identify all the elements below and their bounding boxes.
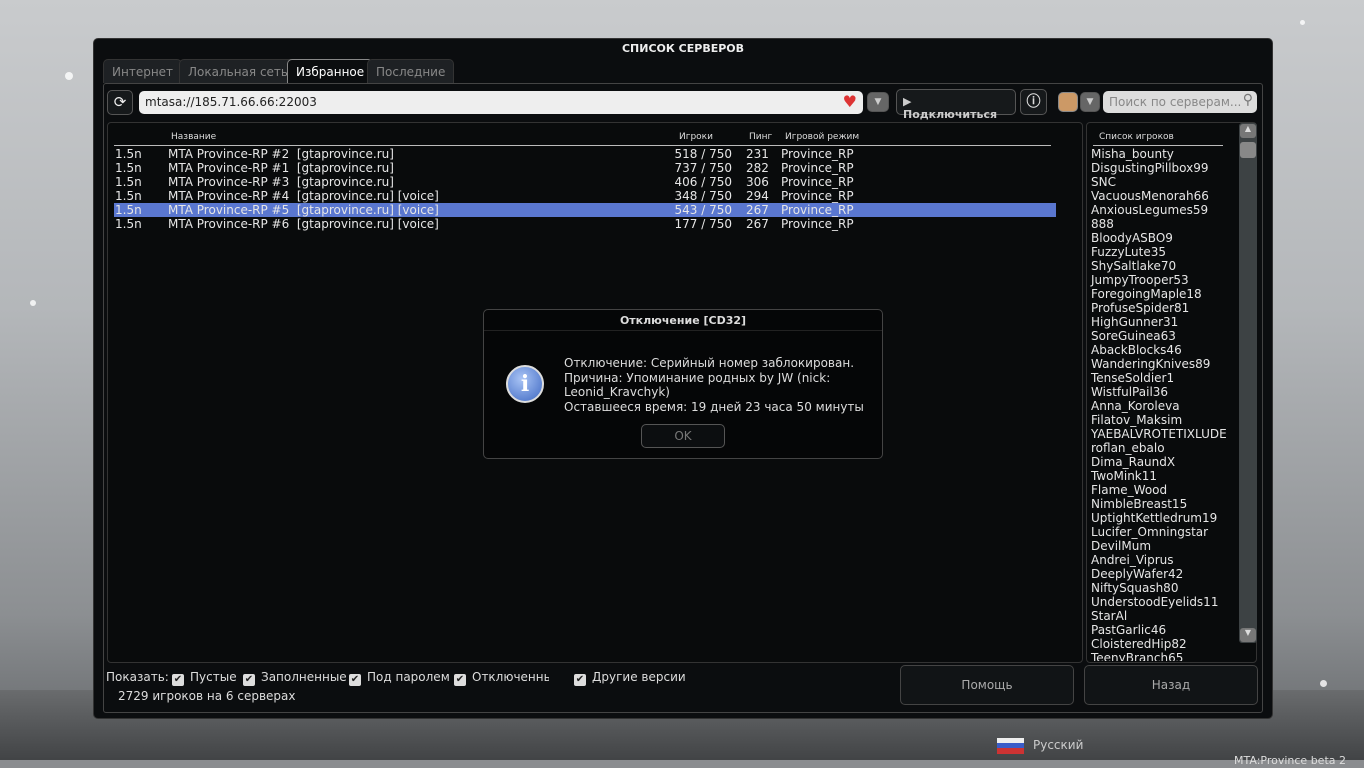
- checkbox-checked-icon: ✔: [172, 674, 184, 686]
- player-list-item[interactable]: UptightKettledrum19: [1091, 511, 1217, 525]
- scroll-up-icon[interactable]: ▲: [1240, 124, 1256, 138]
- player-list-item[interactable]: FuzzyLute35: [1091, 245, 1166, 259]
- filter-other-versions-checkbox[interactable]: ✔ Другие версии: [574, 670, 686, 686]
- snowflake: [1320, 680, 1327, 687]
- player-list-item[interactable]: JumpyTrooper53: [1091, 273, 1189, 287]
- player-list-item[interactable]: DisgustingPillbox99: [1091, 161, 1209, 175]
- filter-empty-checkbox[interactable]: ✔ Пустые: [172, 670, 237, 686]
- player-list-item[interactable]: Anna_Koroleva: [1091, 399, 1180, 413]
- version-label: MTA:Province beta 2: [1234, 754, 1346, 767]
- player-list-item[interactable]: Andrei_Viprus: [1091, 553, 1174, 567]
- russian-flag-icon[interactable]: [997, 738, 1024, 754]
- player-list-item[interactable]: SNC: [1091, 175, 1116, 189]
- player-list-item[interactable]: Filatov_Maksim: [1091, 413, 1182, 427]
- background-floor-edge: [0, 760, 1364, 768]
- player-list-item[interactable]: VacuousMenorah66: [1091, 189, 1209, 203]
- filter-label: Другие версии: [592, 670, 686, 684]
- player-list-item[interactable]: StarAl: [1091, 609, 1127, 623]
- player-list-item[interactable]: DeeplyWafer42: [1091, 567, 1183, 581]
- checkbox-checked-icon: ✔: [349, 674, 361, 686]
- dialog-ok-button[interactable]: OK: [641, 424, 725, 448]
- dialog-title: Отключение [CD32]: [619, 314, 747, 327]
- disconnect-dialog: Отключение [CD32] i Отключение: Серийный…: [483, 309, 883, 459]
- player-list-item[interactable]: Dima_RaundX: [1091, 455, 1175, 469]
- dialog-line: Оставшееся время: 19 дней 23 часа 50 мин…: [564, 399, 864, 414]
- dialog-line: Причина: Упоминание родных by JW (nick:: [564, 370, 831, 385]
- player-list-item[interactable]: NiftySquash80: [1091, 581, 1178, 595]
- dialog-line: Leonid_Kravchyk): [564, 385, 670, 399]
- language-selector[interactable]: Русский: [1033, 738, 1083, 752]
- player-list-item[interactable]: AnxiousLegumes59: [1091, 203, 1208, 217]
- checkbox-checked-icon: ✔: [243, 674, 255, 686]
- player-list-item[interactable]: DevilMum: [1091, 539, 1151, 553]
- player-count-status: 2729 игроков на 6 серверах: [118, 689, 296, 703]
- player-list-item[interactable]: SoreGuinea63: [1091, 329, 1176, 343]
- player-list-item[interactable]: ForegoingMaple18: [1091, 287, 1202, 301]
- player-list-item[interactable]: roflan_ebalo: [1091, 441, 1165, 455]
- filter-offline-checkbox[interactable]: ✔ Отключенные: [454, 670, 549, 686]
- player-list-item[interactable]: UnderstoodEyelids11: [1091, 595, 1218, 609]
- player-list-item[interactable]: TwoMink11: [1091, 469, 1157, 483]
- player-list-item[interactable]: Misha_bounty: [1091, 147, 1174, 161]
- player-list-item[interactable]: ShySaltlake70: [1091, 259, 1176, 273]
- filter-label: Под паролем: [367, 670, 450, 684]
- filter-label: Отключенные: [472, 670, 549, 684]
- player-list-item[interactable]: YAEBALVROTETIXLUDE: [1091, 427, 1227, 441]
- info-icon: i: [506, 365, 544, 403]
- player-list-item[interactable]: PastGarlic46: [1091, 623, 1166, 637]
- player-list-item[interactable]: WanderingKnives89: [1091, 357, 1210, 371]
- checkbox-checked-icon: ✔: [574, 674, 586, 686]
- player-list-item[interactable]: Flame_Wood: [1091, 483, 1167, 497]
- filters-label: Показать:: [106, 670, 169, 684]
- filter-full-checkbox[interactable]: ✔ Заполненные: [243, 670, 347, 686]
- player-list-item[interactable]: TenseSoldier1: [1091, 371, 1174, 385]
- help-button[interactable]: Помощь: [900, 665, 1074, 705]
- checkbox-checked-icon: ✔: [454, 674, 466, 686]
- player-list-item[interactable]: HighGunner31: [1091, 315, 1178, 329]
- filter-label: Пустые: [190, 670, 237, 684]
- player-list-item[interactable]: ProfuseSpider81: [1091, 301, 1189, 315]
- filter-password-checkbox[interactable]: ✔ Под паролем: [349, 670, 450, 686]
- player-list-item[interactable]: BloodyASBO9: [1091, 231, 1173, 245]
- player-list-item[interactable]: CloisteredHip82: [1091, 637, 1187, 651]
- player-list-item[interactable]: Lucifer_Omningstar: [1091, 525, 1208, 539]
- player-list-item[interactable]: NimbleBreast15: [1091, 497, 1187, 511]
- dialog-line: Отключение: Серийный номер заблокирован.: [564, 356, 855, 370]
- player-list-item[interactable]: AbackBlocks46: [1091, 343, 1182, 357]
- dialog-divider: [484, 330, 882, 331]
- player-list-item[interactable]: WistfulPail36: [1091, 385, 1168, 399]
- filter-label: Заполненные: [261, 670, 347, 684]
- scrollbar-thumb[interactable]: [1240, 142, 1256, 158]
- player-list-scrollbar[interactable]: ▲ ▼: [1239, 123, 1257, 643]
- player-list-item[interactable]: 888: [1091, 217, 1114, 231]
- scroll-down-icon[interactable]: ▼: [1240, 628, 1256, 642]
- back-button[interactable]: Назад: [1084, 665, 1258, 705]
